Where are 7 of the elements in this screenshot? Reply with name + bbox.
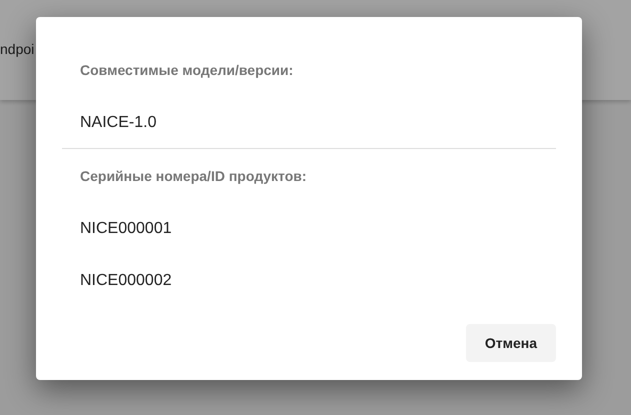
list-item: NAICE-1.0 xyxy=(80,113,158,133)
section-label: Совместимые модели/версии: xyxy=(80,61,294,79)
list-item: NICE000002 xyxy=(80,271,173,291)
background-text: ndpoi xyxy=(0,41,34,57)
list-item: NICE000001 xyxy=(80,219,173,239)
cancel-button[interactable]: Отмена xyxy=(466,324,556,362)
section-label: Серийные номера/ID продуктов: xyxy=(80,167,308,185)
